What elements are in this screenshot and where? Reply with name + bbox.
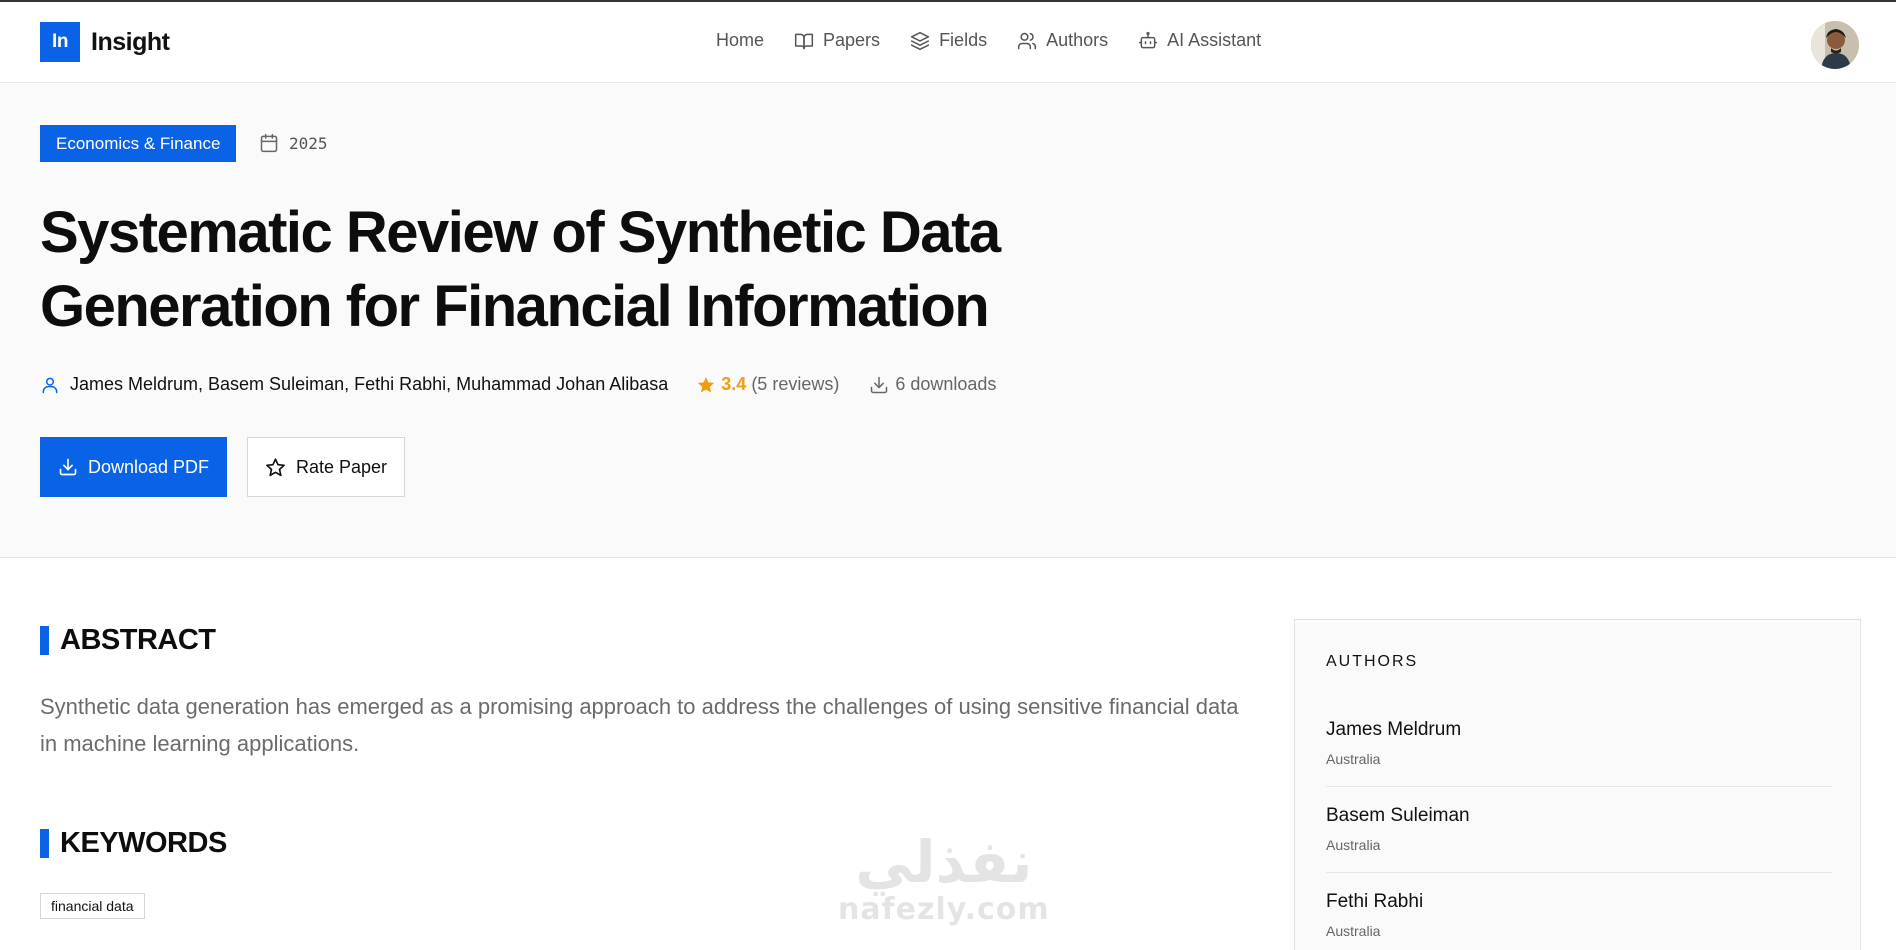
download-pdf-button[interactable]: Download PDF [40,437,227,497]
author-country: Australia [1326,837,1381,853]
authors-sidebar: AUTHORS James Meldrum Australia Basem Su… [1294,619,1861,950]
author-name: James Meldrum [1326,719,1462,740]
bot-icon [1139,31,1158,48]
user-avatar[interactable] [1811,21,1859,69]
heading-accent-bar [40,829,49,858]
nav-label-ai-assistant: AI Assistant [1167,30,1262,50]
nav-item-fields[interactable]: Fields [910,30,987,51]
heading-accent-bar [40,626,49,655]
download-pdf-label: Download PDF [87,456,210,477]
field-badge[interactable]: Economics & Finance [40,125,237,162]
divider [1326,786,1832,787]
avatar-image [1811,21,1859,69]
author-name: Fethi Rabhi [1326,891,1424,912]
author-card[interactable]: Fethi Rabhi Australia [1326,891,1832,939]
watermark-latin: nafezly.com [838,892,1050,927]
nav-label-authors: Authors [1046,30,1109,50]
nav-label-fields: Fields [939,30,988,50]
divider [1326,872,1832,873]
star-filled-icon [698,376,715,392]
download-count-label: 6 downloads [895,374,997,394]
author-name: Basem Suleiman [1326,805,1470,826]
sidebar-title: AUTHORS [1326,653,1419,670]
logo-mark: In [40,22,80,62]
keywords-heading: KEYWORDS [40,827,227,860]
nav-item-ai-assistant[interactable]: AI Assistant [1138,30,1261,51]
abstract-heading-label: ABSTRACT [60,624,216,656]
author-country: Australia [1326,751,1381,767]
publication-year: 2025 [289,133,328,153]
logo-text: Insight [91,27,170,56]
watermark-arabic: نفذلي [855,828,1033,896]
paper-meta: James Meldrum, Basem Suleiman, Fethi Rab… [40,374,996,395]
rating-value: 3.4 [721,374,747,394]
paper-title: Systematic Review of Synthetic Data Gene… [40,200,1001,339]
keywords-heading-label: KEYWORDS [60,827,227,859]
brand-logo[interactable]: In Insight [40,22,170,62]
review-count: (5 reviews) [751,374,840,394]
author-card[interactable]: Basem Suleiman Australia [1326,805,1832,853]
star-outline-icon [266,457,285,476]
download-icon [871,376,888,393]
site-header: In Insight Home Papers Fields Authors AI… [0,2,1896,83]
watermark: نفذلي nafezly.com [838,832,1050,927]
rating: 3.4 (5 reviews) [696,374,839,395]
nav-label-home: Home [716,30,765,50]
publication-date: 2025 [259,133,328,153]
abstract-text: Synthetic data generation has emerged as… [40,694,1239,756]
author-card[interactable]: James Meldrum Australia [1326,719,1832,767]
download-count: 6 downloads [869,374,996,395]
nav-item-papers[interactable]: Papers [794,30,880,51]
book-open-icon [794,33,814,49]
keyword-tag[interactable]: financial data [40,893,145,919]
authors-list: James Meldrum, Basem Suleiman, Fethi Rab… [70,374,669,394]
users-icon [1017,32,1037,49]
paper-hero: Economics & Finance 2025 Systematic Revi… [0,84,1896,558]
main-nav: Home Papers Fields Authors AI Assistant [716,30,1291,51]
nav-label-papers: Papers [823,30,881,50]
rate-paper-button[interactable]: Rate Paper [247,437,405,497]
nav-item-home[interactable]: Home [716,30,764,51]
author-country: Australia [1326,923,1381,939]
abstract-heading: ABSTRACT [40,624,216,657]
download-icon [59,458,77,476]
rate-paper-label: Rate Paper [295,456,388,477]
layers-icon [910,31,930,50]
calendar-icon [260,133,278,153]
user-icon [42,377,58,393]
nav-item-authors[interactable]: Authors [1017,30,1108,51]
